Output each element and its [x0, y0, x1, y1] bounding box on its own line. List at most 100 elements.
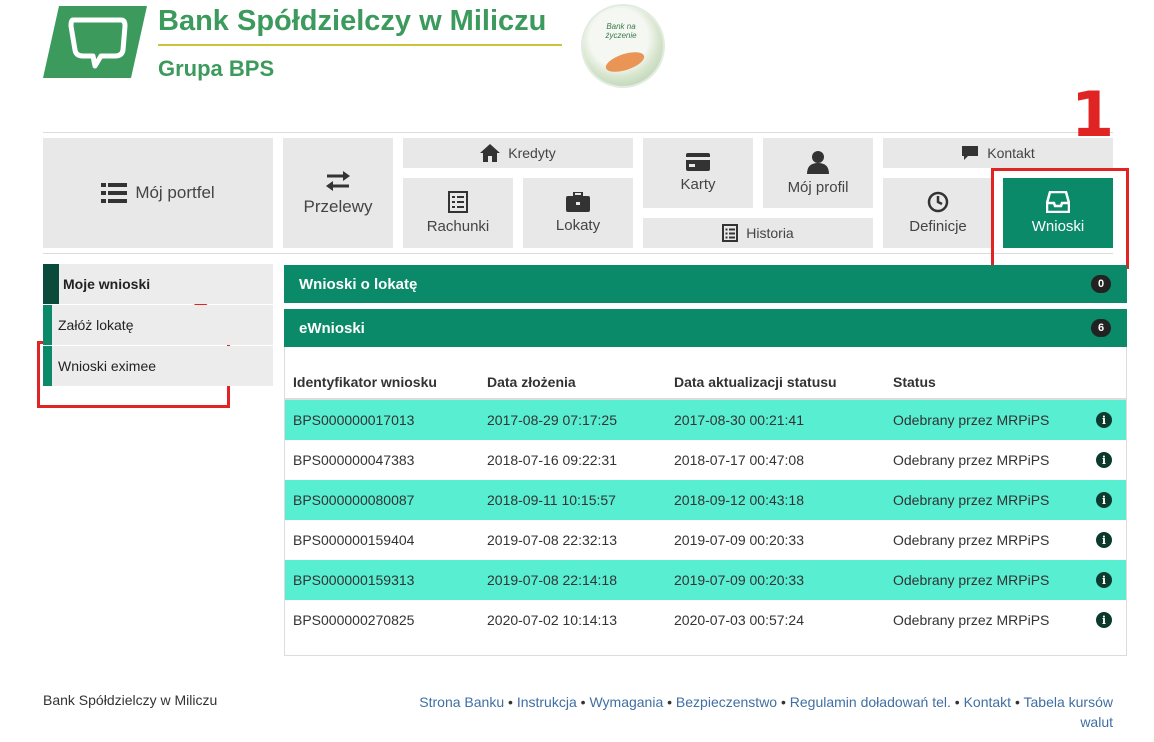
cell-id: BPS000000080087: [293, 492, 415, 508]
nav-credits[interactable]: Kredyty: [403, 138, 633, 168]
cell-submitted: 2017-08-29 07:17:25: [487, 412, 617, 428]
seal-text: Bank na życzenie: [605, 22, 637, 40]
cell-submitted: 2019-07-08 22:14:18: [487, 572, 617, 588]
cell-id: BPS000000159404: [293, 532, 415, 548]
ledger-icon: [722, 224, 739, 242]
info-icon[interactable]: i: [1096, 492, 1112, 508]
table-row[interactable]: BPS000000080087 2018-09-11 10:15:57 2018…: [285, 480, 1126, 520]
cell-status: Odebrany przez MRPiPS: [893, 412, 1050, 428]
table-row[interactable]: BPS000000270825 2020-07-02 10:14:13 2020…: [285, 600, 1126, 640]
info-icon[interactable]: i: [1096, 452, 1112, 468]
table-row[interactable]: BPS000000047383 2018-07-16 09:22:31 2018…: [285, 440, 1126, 480]
footer-separator: •: [504, 694, 517, 710]
footer-link-security[interactable]: Bezpieczenstwo: [676, 694, 777, 710]
cell-status: Odebrany przez MRPiPS: [893, 572, 1050, 588]
user-icon: [807, 150, 829, 174]
column-header-id: Identyfikator wniosku: [293, 374, 437, 390]
nav-credits-label: Kredyty: [508, 145, 556, 161]
nav-my-profile-label: Mój profil: [787, 179, 849, 196]
applications-table: Identyfikator wniosku Data złożenia Data…: [284, 347, 1127, 656]
nav-definitions-label: Definicje: [909, 218, 967, 235]
footer-link-bank-site[interactable]: Strona Banku: [419, 694, 504, 710]
info-icon[interactable]: i: [1096, 412, 1112, 428]
panel-deposit-applications[interactable]: Wnioski o lokatę 0: [284, 265, 1127, 303]
cell-status: Odebrany przez MRPiPS: [893, 492, 1050, 508]
top-divider: [43, 132, 1113, 133]
logo-icon: [43, 6, 147, 78]
cell-updated: 2019-07-09 00:20:33: [674, 572, 804, 588]
annotation-number-1: 1: [1071, 78, 1115, 151]
column-header-status: Status: [893, 374, 936, 390]
seal-swoosh: [603, 48, 647, 76]
nav-deposits[interactable]: Lokaty: [523, 178, 633, 248]
cell-id: BPS000000017013: [293, 412, 415, 428]
info-icon[interactable]: i: [1096, 612, 1112, 628]
nav-history-label: Historia: [746, 225, 794, 241]
transfer-arrows-icon: [325, 170, 351, 192]
nav-accounts-label: Rachunki: [426, 218, 490, 235]
header-divider: [158, 44, 562, 46]
count-badge: 6: [1091, 319, 1111, 337]
sidebar-item-label: Wnioski eximee: [58, 358, 157, 374]
annotation-box-1: [991, 168, 1129, 269]
nav-cards-label: Karty: [680, 176, 716, 193]
nav-my-portfolio-label: Mój portfel: [135, 183, 215, 202]
sidebar-item-open-deposit[interactable]: Załóż lokatę: [43, 305, 273, 345]
cell-submitted: 2019-07-08 22:32:13: [487, 532, 617, 548]
footer-link-instructions[interactable]: Instrukcja: [517, 694, 577, 710]
table-row[interactable]: BPS000000159404 2019-07-08 22:32:13 2019…: [285, 520, 1126, 560]
nav-transfers[interactable]: Przelewy: [283, 138, 393, 248]
sidebar-item-my-applications[interactable]: Moje wnioski: [43, 264, 273, 304]
footer-link-contact[interactable]: Kontakt: [964, 694, 1011, 710]
list-icon: [101, 182, 128, 204]
cell-submitted: 2018-07-16 09:22:31: [487, 452, 617, 468]
cell-status: Odebrany przez MRPiPS: [893, 612, 1050, 628]
cell-submitted: 2018-09-11 10:15:57: [487, 492, 616, 508]
bank-name: Bank Spółdzielczy w Miliczu: [158, 5, 547, 37]
cell-updated: 2017-08-30 00:21:41: [674, 412, 804, 428]
nav-definitions[interactable]: Definicje: [883, 178, 993, 248]
nav-deposits-label: Lokaty: [555, 217, 601, 234]
panel-title: Wnioski o lokatę: [299, 275, 418, 293]
footer-links: Strona Banku • Instrukcja • Wymagania • …: [393, 692, 1113, 732]
cell-submitted: 2020-07-02 10:14:13: [487, 612, 617, 628]
table-row[interactable]: BPS000000159313 2019-07-08 22:14:18 2019…: [285, 560, 1126, 600]
credit-card-icon: [686, 153, 710, 171]
cell-id: BPS000000047383: [293, 452, 415, 468]
footer-separator: •: [950, 694, 964, 710]
nav-contact-label: Kontakt: [987, 145, 1035, 161]
footer-link-exchange-rates[interactable]: Tabela kursów walut: [1024, 694, 1114, 730]
table-row[interactable]: BPS000000017013 2017-08-29 07:17:25 2017…: [285, 400, 1126, 440]
bank-seal-logo: Bank na życzenie: [583, 6, 663, 86]
nav-transfers-label: Przelewy: [303, 196, 373, 216]
nav-my-profile[interactable]: Mój profil: [763, 138, 873, 208]
footer-separator: •: [777, 694, 790, 710]
nav-my-portfolio[interactable]: Mój portfel: [43, 138, 273, 248]
sidebar-item-label: Załóż lokatę: [58, 317, 134, 333]
nav-divider: [43, 253, 1113, 254]
count-badge: 0: [1091, 275, 1111, 293]
footer-link-topup-terms[interactable]: Regulamin doładowań tel.: [790, 694, 951, 710]
footer-link-requirements[interactable]: Wymagania: [589, 694, 663, 710]
info-icon[interactable]: i: [1096, 532, 1112, 548]
footer-bank-name: Bank Spółdzielczy w Miliczu: [43, 692, 218, 708]
nav-accounts[interactable]: Rachunki: [403, 178, 513, 248]
panel-ewnioski[interactable]: eWnioski 6: [284, 309, 1127, 347]
nav-cards[interactable]: Karty: [643, 138, 753, 208]
footer-separator: •: [576, 694, 590, 710]
cell-id: BPS000000270825: [293, 612, 415, 628]
bank-logo: [43, 6, 147, 78]
footer-separator: •: [1011, 694, 1024, 710]
bank-group: Grupa BPS: [158, 56, 275, 81]
cell-status: Odebrany przez MRPiPS: [893, 452, 1050, 468]
nav-history[interactable]: Historia: [643, 218, 873, 248]
info-icon[interactable]: i: [1096, 572, 1112, 588]
cell-updated: 2019-07-09 00:20:33: [674, 532, 804, 548]
cell-updated: 2018-07-17 00:47:08: [674, 452, 804, 468]
sidebar-item-eximee-applications[interactable]: Wnioski eximee: [43, 346, 273, 386]
sidebar-item-label: Moje wnioski: [63, 276, 151, 292]
cell-updated: 2018-09-12 00:43:18: [674, 492, 804, 508]
ledger-icon: [448, 191, 468, 213]
cell-updated: 2020-07-03 00:57:24: [674, 612, 804, 628]
chat-bubble-icon: [961, 145, 979, 161]
